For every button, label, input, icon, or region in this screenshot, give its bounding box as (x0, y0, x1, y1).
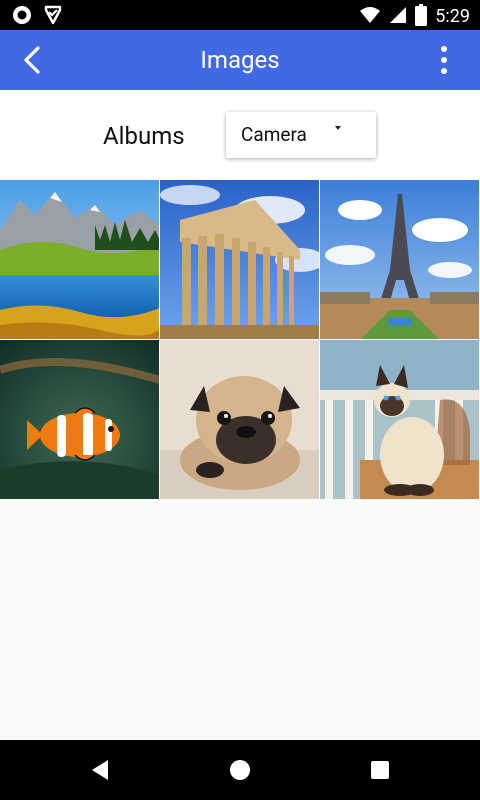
back-triangle-icon (92, 760, 108, 780)
nav-recents-button[interactable] (360, 750, 400, 790)
image-grid (0, 180, 480, 500)
back-button[interactable] (10, 38, 54, 82)
eiffel-tower-image (320, 180, 479, 339)
app-root: 5:29 Images Albums Camera (0, 0, 480, 800)
more-options-button[interactable] (422, 38, 466, 82)
albums-label: Albums (103, 122, 185, 150)
clownfish-image (0, 340, 159, 499)
album-dropdown-value: Camera (241, 123, 307, 146)
pug-image (160, 340, 319, 499)
system-nav-bar (0, 740, 480, 800)
battery-icon (415, 4, 428, 30)
parthenon-image (160, 180, 319, 339)
more-vert-icon-dot (441, 57, 447, 63)
more-vert-icon (441, 46, 447, 52)
page-title: Images (200, 46, 280, 74)
image-tile-pug[interactable] (160, 340, 320, 500)
status-bar: 5:29 (0, 0, 480, 30)
image-tile-clownfish[interactable] (0, 340, 160, 500)
image-tile-parthenon[interactable] (160, 180, 320, 340)
mountain-lake-image (0, 180, 159, 339)
image-tile-mountain-lake[interactable] (0, 180, 160, 340)
home-circle-icon (230, 760, 250, 780)
image-tile-siamese-cat[interactable] (320, 340, 480, 500)
dropdown-caret-icon (335, 126, 341, 130)
album-dropdown[interactable]: Camera (226, 112, 376, 158)
nav-home-button[interactable] (220, 750, 260, 790)
signal-icon (389, 5, 407, 29)
record-icon (12, 5, 32, 29)
status-time: 5:29 (435, 6, 470, 27)
app-bar: Images (0, 30, 480, 90)
chevron-left-icon (24, 46, 40, 74)
wifi-icon (359, 5, 381, 29)
image-tile-eiffel-tower[interactable] (320, 180, 480, 340)
more-vert-icon-dot (441, 68, 447, 74)
recents-square-icon (371, 761, 389, 779)
download-check-icon (44, 5, 62, 29)
nav-back-button[interactable] (80, 750, 120, 790)
siamese-cat-image (320, 340, 479, 499)
